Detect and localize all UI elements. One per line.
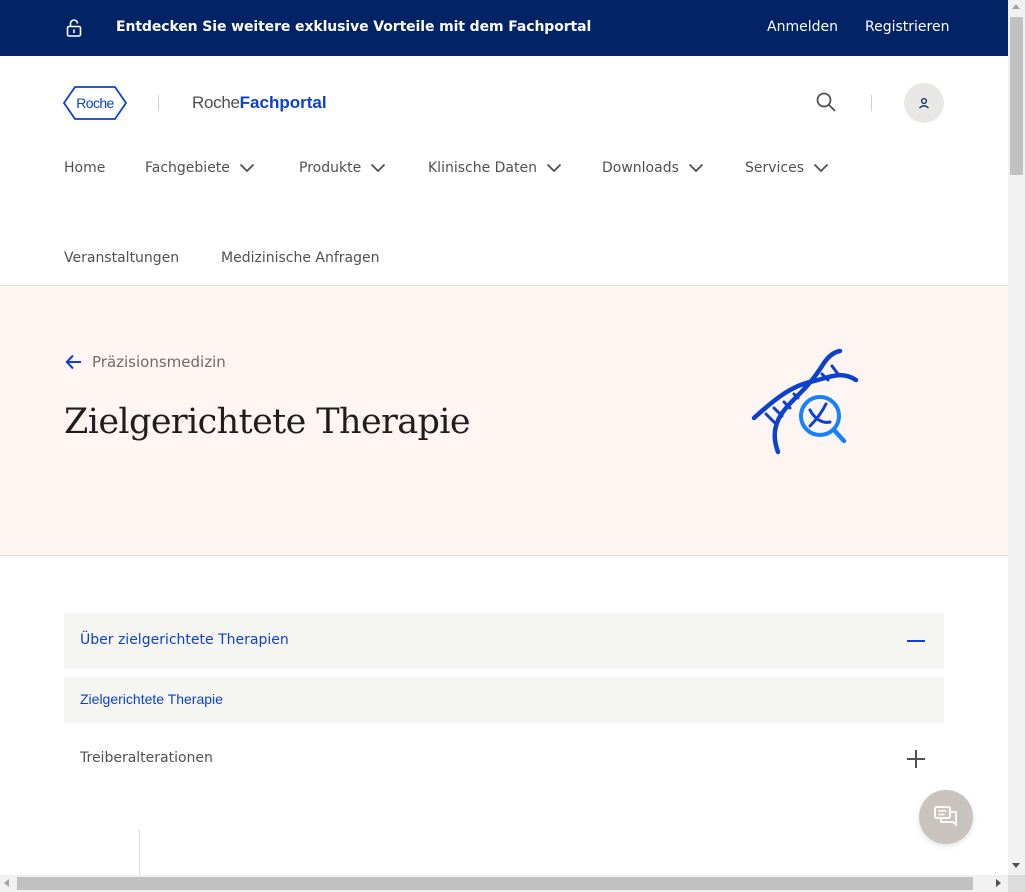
vertical-scroll-thumb[interactable]	[1010, 17, 1023, 175]
chevron-down-icon	[813, 163, 829, 173]
scroll-up-arrow-icon[interactable]	[1012, 4, 1020, 9]
promo-text: Entdecken Sie weitere exklusive Vorteile…	[116, 19, 592, 35]
horizontal-scroll-thumb[interactable]	[17, 877, 973, 890]
scroll-right-arrow-icon[interactable]	[996, 879, 1001, 887]
brand-name[interactable]: RocheFachportal	[192, 93, 327, 113]
page: Entdecken Sie weitere exklusive Vorteile…	[0, 0, 1008, 875]
nav-fachgebiete[interactable]: Fachgebiete	[145, 160, 255, 176]
lock-open-icon	[66, 19, 82, 37]
arrow-left-icon	[65, 354, 81, 370]
roche-logo[interactable]: Roche	[63, 86, 127, 120]
nav-klinische-daten[interactable]: Klinische Daten	[428, 160, 562, 176]
scrollbar-corner	[1008, 875, 1025, 892]
user-account-button[interactable]	[904, 83, 944, 123]
nav-produkte[interactable]: Produkte	[299, 160, 386, 176]
scroll-left-arrow-icon[interactable]	[4, 879, 9, 887]
nav-services[interactable]: Services	[745, 160, 829, 176]
nav-label: Home	[64, 160, 106, 176]
nav-downloads[interactable]: Downloads	[602, 160, 704, 176]
logo-divider	[158, 95, 159, 111]
accordion-item-label: Treiberalterationen	[80, 750, 213, 766]
accordion-item-label: Zielgerichtete Therapie	[80, 691, 223, 707]
plus-icon	[907, 750, 925, 768]
nav-home[interactable]: Home	[64, 160, 105, 176]
hero-banner: Präzisionsmedizin Zielgerichtete Therapi…	[0, 286, 1008, 556]
dna-magnifier-icon	[751, 348, 859, 455]
svg-text:Roche: Roche	[76, 95, 114, 111]
nav-label: Produkte	[299, 160, 362, 176]
nav-label: Klinische Daten	[428, 160, 537, 176]
content-divider	[139, 830, 140, 875]
nav-veranstaltungen[interactable]: Veranstaltungen	[64, 250, 179, 266]
accordion-header[interactable]: Über zielgerichtete Therapien	[64, 613, 944, 669]
minus-icon	[907, 640, 925, 642]
chat-button[interactable]	[919, 790, 973, 844]
horizontal-scrollbar[interactable]	[0, 875, 1008, 892]
chevron-down-icon	[239, 163, 255, 173]
accordion-item-treiberalterationen[interactable]: Treiberalterationen	[64, 731, 944, 787]
vertical-scrollbar[interactable]	[1008, 0, 1025, 875]
accordion-item-active[interactable]: Zielgerichtete Therapie	[64, 677, 944, 723]
scroll-down-arrow-icon[interactable]	[1012, 863, 1020, 868]
back-link-label: Präzisionsmedizin	[92, 353, 226, 371]
accordion-title: Über zielgerichtete Therapien	[80, 632, 289, 648]
page-title: Zielgerichtete Therapie	[64, 402, 471, 442]
chevron-down-icon	[546, 163, 562, 173]
back-link[interactable]: Präzisionsmedizin	[64, 352, 226, 372]
brand-suffix: Fachportal	[239, 93, 327, 112]
chat-icon	[934, 806, 957, 826]
nav-label: Fachgebiete	[145, 160, 230, 176]
register-link[interactable]: Registrieren	[865, 19, 949, 35]
login-link[interactable]: Anmelden	[767, 19, 838, 35]
brand-prefix: Roche	[192, 93, 240, 112]
promo-bar: Entdecken Sie weitere exklusive Vorteile…	[0, 0, 1008, 56]
nav-label: Downloads	[602, 160, 679, 176]
nav-medizinische-anfragen[interactable]: Medizinische Anfragen	[221, 250, 379, 266]
header-divider	[871, 95, 872, 111]
chevron-down-icon	[371, 163, 386, 173]
user-icon	[919, 97, 929, 109]
nav-label: Services	[745, 160, 805, 176]
search-icon[interactable]	[815, 91, 837, 113]
chevron-down-icon	[688, 163, 704, 173]
